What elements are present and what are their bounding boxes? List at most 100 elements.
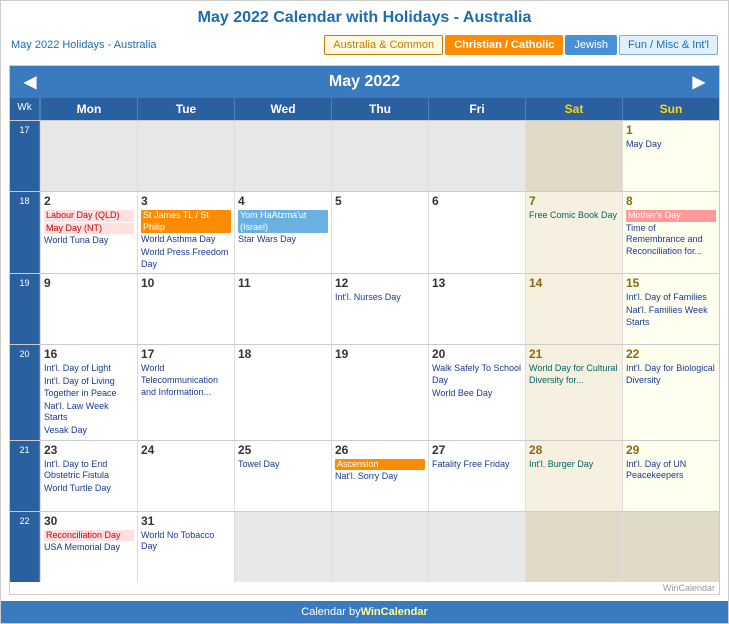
date-11: 11 xyxy=(238,276,328,290)
event-yom-haatzma: Yom HaAtzma'ut (Israel) xyxy=(238,210,328,233)
calendar-row-18: 18 2 Labour Day (QLD) May Day (NT) World… xyxy=(10,191,719,273)
cell-may9: 9 xyxy=(40,274,137,344)
cell-may12: 12 Int'l. Nurses Day xyxy=(331,274,428,344)
cell-may21: 21 World Day for Cultural Diversity for.… xyxy=(525,345,622,439)
event-no-tobacco: World No Tobacco Day xyxy=(141,530,231,553)
cell-may19: 19 xyxy=(331,345,428,439)
event-vesak: Vesak Day xyxy=(44,425,134,437)
event-un-peacekeepers: Int'l. Day of UN Peacekeepers xyxy=(626,459,716,482)
cell-empty-r6-3 xyxy=(234,512,331,582)
calendar-month-title: May 2022 xyxy=(329,73,400,91)
date-5: 5 xyxy=(335,194,425,208)
event-bio-diversity: Int'l. Day for Biological Diversity xyxy=(626,363,716,386)
date-19: 19 xyxy=(335,347,425,361)
date-3: 3 xyxy=(141,194,231,208)
cell-empty-5 xyxy=(428,121,525,191)
page-wrapper: May 2022 Calendar with Holidays - Austra… xyxy=(0,0,729,624)
cell-may31: 31 World No Tobacco Day xyxy=(137,512,234,582)
event-mothers-day: Mother's Day xyxy=(626,210,716,222)
event-towel-day: Towel Day xyxy=(238,459,328,471)
date-4: 4 xyxy=(238,194,328,208)
event-end-fistula: Int'l. Day to End Obstetric Fistula xyxy=(44,459,134,482)
tab-australia[interactable]: Australia & Common xyxy=(324,35,443,55)
date-28: 28 xyxy=(529,443,619,457)
header-wed: Wed xyxy=(234,98,331,120)
cell-empty-r6-6 xyxy=(525,512,622,582)
date-29: 29 xyxy=(626,443,716,457)
tab-jewish[interactable]: Jewish xyxy=(565,35,617,55)
event-walk-safely: Walk Safely To School Day xyxy=(432,363,522,386)
date-20: 20 xyxy=(432,347,522,361)
event-ascension: Ascension xyxy=(335,459,425,471)
event-families-week: Nat'l. Families Week Starts xyxy=(626,305,716,328)
event-labour-day-qld: Labour Day (QLD) xyxy=(44,210,134,222)
date-16: 16 xyxy=(44,347,134,361)
cell-empty-1 xyxy=(40,121,137,191)
date-13: 13 xyxy=(432,276,522,290)
calendar-row-19: 19 9 10 11 12 Int'l. Nurses Day 13 xyxy=(10,273,719,344)
header-tue: Tue xyxy=(137,98,234,120)
date-9: 9 xyxy=(44,276,134,290)
cell-empty-4 xyxy=(331,121,428,191)
tab-fun[interactable]: Fun / Misc & Int'l xyxy=(619,35,718,55)
event-st-james: St James TL / St Philip xyxy=(141,210,231,233)
week-num-18: 18 xyxy=(10,192,40,273)
cell-may8: 8 Mother's Day Time of Remembrance and R… xyxy=(622,192,719,273)
event-sorry-day: Nat'l. Sorry Day xyxy=(335,471,425,483)
date-21: 21 xyxy=(529,347,619,361)
cell-may25: 25 Towel Day xyxy=(234,441,331,511)
event-families-day: Int'l. Day of Families xyxy=(626,292,716,304)
event-free-comic: Free Comic Book Day xyxy=(529,210,619,222)
cell-may27: 27 Fatality Free Friday xyxy=(428,441,525,511)
tabs-container: Australia & Common Christian / Catholic … xyxy=(324,35,718,55)
cell-may15: 15 Int'l. Day of Families Nat'l. Familie… xyxy=(622,274,719,344)
cell-may30: 30 Reconciliation Day USA Memorial Day xyxy=(40,512,137,582)
event-nurses-day: Int'l. Nurses Day xyxy=(335,292,425,304)
prev-month-button[interactable]: ◀ xyxy=(24,72,36,92)
event-living-together: Int'l. Day of Living Together in Peace xyxy=(44,376,134,399)
cell-may3: 3 St James TL / St Philip World Asthma D… xyxy=(137,192,234,273)
event-cultural-diversity: World Day for Cultural Diversity for... xyxy=(529,363,619,386)
event-burger-day: Int'l. Burger Day xyxy=(529,459,619,471)
event-law-week: Nat'l. Law Week Starts xyxy=(44,401,134,424)
watermark: WinCalendar xyxy=(10,582,719,594)
week-num-20: 20 xyxy=(10,345,40,439)
cell-may1: 1 May Day xyxy=(622,121,719,191)
cell-may17: 17 World Telecommunication and Informati… xyxy=(137,345,234,439)
date-14: 14 xyxy=(529,276,619,290)
header-thu: Thu xyxy=(331,98,428,120)
calendar-row-21: 21 23 Int'l. Day to End Obstetric Fistul… xyxy=(10,440,719,511)
header-mon: Mon xyxy=(40,98,137,120)
cell-may11: 11 xyxy=(234,274,331,344)
cell-may14: 14 xyxy=(525,274,622,344)
week-num-22: 22 xyxy=(10,512,40,582)
date-26: 26 xyxy=(335,443,425,457)
calendar-headers: Wk Mon Tue Wed Thu Fri Sat Sun xyxy=(10,98,719,120)
event-remembrance: Time of Remembrance and Reconciliation f… xyxy=(626,223,716,258)
tab-christian[interactable]: Christian / Catholic xyxy=(445,35,563,55)
cell-may4: 4 Yom HaAtzma'ut (Israel) Star Wars Day xyxy=(234,192,331,273)
event-reconciliation-day: Reconciliation Day xyxy=(44,530,134,542)
date-17: 17 xyxy=(141,347,231,361)
event-telecom: World Telecommunication and Information.… xyxy=(141,363,231,398)
calendar-nav: ◀ May 2022 ▶ xyxy=(10,66,719,98)
cell-may7: 7 Free Comic Book Day xyxy=(525,192,622,273)
date-1: 1 xyxy=(626,123,716,137)
date-6: 6 xyxy=(432,194,522,208)
cell-may10: 10 xyxy=(137,274,234,344)
week-num-17: 17 xyxy=(10,121,40,191)
cell-empty-2 xyxy=(137,121,234,191)
date-22: 22 xyxy=(626,347,716,361)
cell-may5: 5 xyxy=(331,192,428,273)
cell-may23: 23 Int'l. Day to End Obstetric Fistula W… xyxy=(40,441,137,511)
event-fatality-free: Fatality Free Friday xyxy=(432,459,522,471)
cell-empty-6 xyxy=(525,121,622,191)
date-10: 10 xyxy=(141,276,231,290)
event-world-tuna-day: World Tuna Day xyxy=(44,235,134,247)
next-month-button[interactable]: ▶ xyxy=(693,72,705,92)
date-12: 12 xyxy=(335,276,425,290)
event-star-wars: Star Wars Day xyxy=(238,234,328,246)
footer-link[interactable]: WinCalendar xyxy=(361,606,428,618)
cell-may28: 28 Int'l. Burger Day xyxy=(525,441,622,511)
date-27: 27 xyxy=(432,443,522,457)
